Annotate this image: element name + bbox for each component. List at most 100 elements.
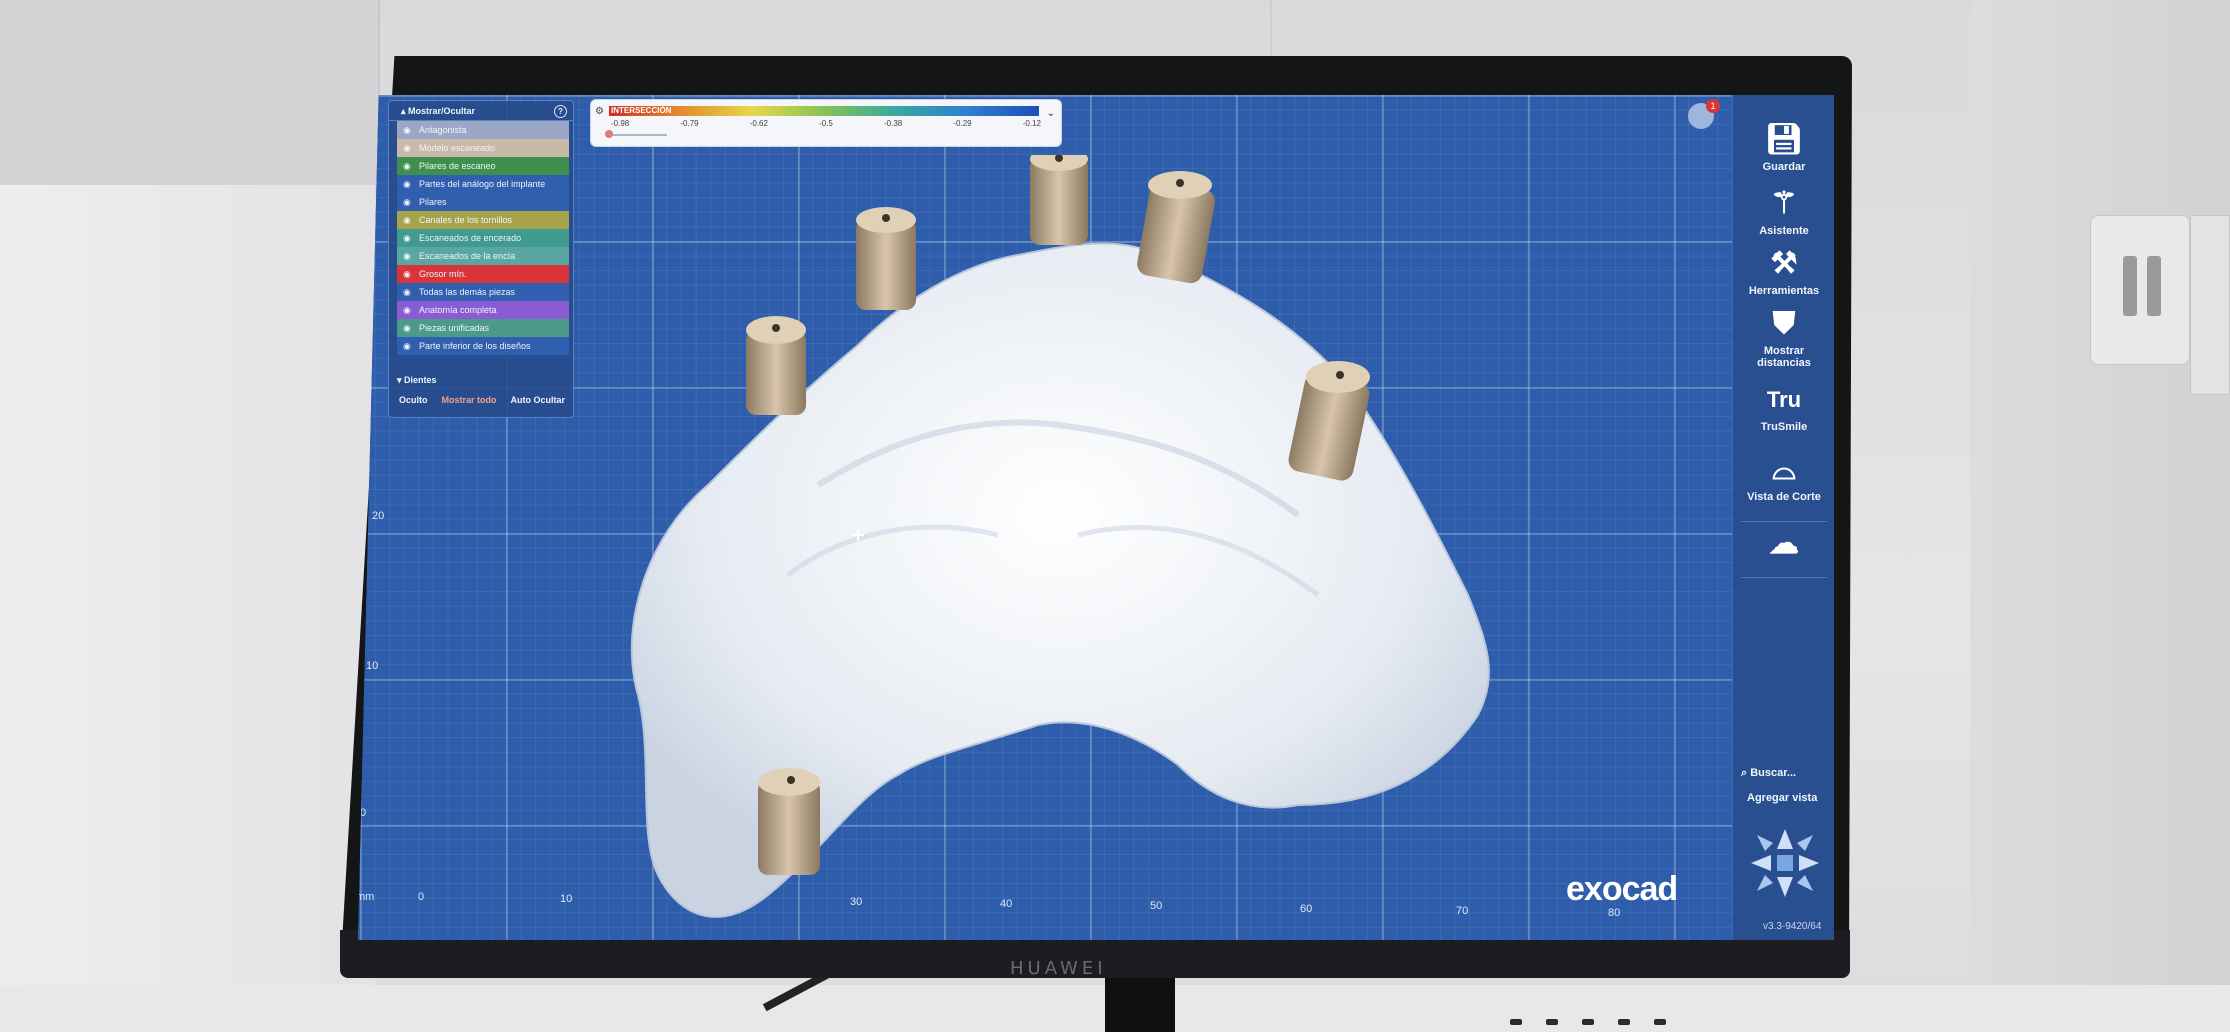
version-label: v3.3-9420/64	[1763, 921, 1822, 932]
layer-label: Modelo escaneado	[419, 143, 496, 153]
show-distances-label: Mostrar distancias	[1757, 345, 1811, 369]
layer-label: Escaneados de encerado	[419, 233, 522, 243]
axis-unit: mm	[358, 891, 375, 903]
cabinet-left	[0, 185, 375, 1032]
color-scale-tick: -0.12	[1022, 119, 1041, 128]
search-button[interactable]: ⌕ Buscar...	[1741, 767, 1796, 780]
visibility-eye-icon[interactable]: ◉	[403, 139, 411, 157]
tooth-distance-icon: ⛊	[1772, 307, 1796, 340]
trusmile-button[interactable]: Tru TruSmile	[1733, 383, 1834, 433]
tools-label: Herramientas	[1748, 285, 1820, 297]
visibility-eye-icon[interactable]: ◉	[403, 229, 411, 247]
layer-row[interactable]: ▸◉Canales de los tornillos	[397, 211, 569, 229]
layer-label: Grosor mín.	[419, 269, 467, 279]
color-scale-title: INTERSECCIÓN	[611, 106, 672, 115]
layer-label: Pilares	[419, 197, 447, 207]
add-view-button[interactable]: Agregar vista	[1747, 792, 1817, 804]
settings-icon[interactable]: ⚙	[595, 106, 604, 117]
visibility-eye-icon[interactable]: ◉	[403, 283, 411, 301]
search-icon: ⌕	[1741, 767, 1751, 779]
tooth-cut-icon: ⌓	[1772, 453, 1796, 486]
layer-row[interactable]: ▸◉Todas las demás piezas	[397, 283, 569, 301]
color-scale-tick: -0.79	[680, 119, 699, 128]
dental-model-3d[interactable]	[598, 155, 1558, 935]
visibility-eye-icon[interactable]: ◉	[403, 301, 411, 319]
search-label: Buscar...	[1750, 767, 1797, 779]
layer-label: Partes del análogo del implante	[419, 179, 546, 189]
right-toolbar: 💾︎ Guardar ⚚ Asistente ⚒ Herramientas ⛊ …	[1732, 95, 1834, 940]
layer-row[interactable]: ▸◉Grosor mín.	[397, 265, 569, 283]
show-hide-title[interactable]: ▴ Mostrar/Ocultar ?	[389, 101, 573, 121]
layer-row[interactable]: ▸◉Escaneados de la encía	[397, 247, 569, 265]
hidden-button[interactable]: Oculto	[399, 395, 428, 405]
layer-label: Todas las demás piezas	[419, 287, 516, 297]
help-icon[interactable]: ?	[554, 105, 567, 118]
visibility-eye-icon[interactable]: ◉	[403, 121, 411, 139]
assistant-button[interactable]: ⚚ Asistente	[1733, 187, 1834, 237]
chevron-down-icon[interactable]: ⌄	[1047, 108, 1055, 119]
layer-row[interactable]: ▸◉Antagonista	[397, 121, 569, 139]
exocad-logo: exocad	[1566, 870, 1678, 908]
color-scale-ticks: -0.98 -0.79 -0.62 -0.5 -0.38 -0.29 -0.12	[611, 119, 1041, 128]
visibility-eye-icon[interactable]: ◉	[403, 193, 411, 211]
visibility-eye-icon[interactable]: ◉	[403, 211, 411, 229]
monitor-stand	[1105, 978, 1175, 1032]
layer-label: Escaneados de la encía	[419, 251, 516, 261]
view-navigator-icon[interactable]	[1747, 825, 1823, 901]
tools-button[interactable]: ⚒ Herramientas	[1733, 247, 1834, 297]
color-scale-tick: -0.5	[819, 119, 833, 128]
layer-row[interactable]: ▸◉Piezas unificadas	[397, 319, 569, 337]
layer-row[interactable]: ▸◉Partes del análogo del implante	[397, 175, 569, 193]
auto-hide-button[interactable]: Auto Ocultar	[511, 395, 566, 405]
notification-bell-icon[interactable]: 1	[1688, 99, 1720, 129]
trusmile-label: TruSmile	[1760, 421, 1808, 433]
visibility-eye-icon[interactable]: ◉	[403, 319, 411, 337]
cloud-icon: ☁	[1769, 527, 1799, 560]
color-scale-panel: ⚙ INTERSECCIÓN -0.98 -0.79 -0.62 -0.5 -0.38-…	[590, 99, 1062, 147]
collapse-icon[interactable]: ▴	[401, 106, 408, 116]
scan-post[interactable]	[746, 316, 806, 415]
visibility-eye-icon[interactable]: ◉	[403, 265, 411, 283]
scan-post[interactable]	[856, 207, 916, 310]
floppy-icon: 💾︎	[1764, 123, 1804, 156]
wall-right	[1970, 0, 2230, 1032]
layer-label: Anatomía completa	[419, 305, 497, 315]
notification-count: 1	[1706, 99, 1720, 113]
save-button[interactable]: 💾︎ Guardar	[1733, 123, 1834, 173]
color-scale-tick: -0.29	[953, 119, 972, 128]
layer-row[interactable]: ▸◉Pilares	[397, 193, 569, 211]
cut-view-label: Vista de Corte	[1747, 491, 1821, 503]
section-teeth[interactable]: ▾ Dientes	[397, 375, 437, 386]
visibility-eye-icon[interactable]: ◉	[403, 337, 411, 355]
layer-label: Piezas unificadas	[419, 323, 490, 333]
show-distances-button[interactable]: ⛊ Mostrar distancias	[1733, 307, 1834, 369]
scan-post[interactable]	[1135, 171, 1216, 285]
cloud-button[interactable]: ☁	[1733, 527, 1834, 565]
scan-post[interactable]	[758, 768, 820, 875]
layer-label: Canales de los tornillos	[419, 215, 513, 225]
show-all-button[interactable]: Mostrar todo	[442, 395, 497, 405]
show-hide-panel: ▴ Mostrar/Ocultar ? ▸◉Antagonista▸◉Model…	[388, 100, 574, 418]
layer-row[interactable]: ▸◉Modelo escaneado	[397, 139, 569, 157]
layer-label: Parte inferior de los diseños	[419, 341, 531, 351]
scan-post[interactable]	[1030, 155, 1088, 245]
x-tick: 0	[418, 891, 425, 903]
toolbar-divider	[1741, 521, 1827, 522]
layer-row[interactable]: ▸◉Anatomía completa	[397, 301, 569, 319]
slider-knob[interactable]	[605, 130, 613, 138]
trusmile-icon: Tru	[1766, 387, 1802, 412]
visibility-eye-icon[interactable]: ◉	[403, 157, 411, 175]
cut-view-button[interactable]: ⌓ Vista de Corte	[1733, 453, 1834, 503]
layer-row[interactable]: ▸◉Parte inferior de los diseños	[397, 337, 569, 355]
opacity-slider[interactable]	[607, 134, 667, 136]
monitor-buttons	[1510, 1012, 1730, 1025]
visibility-eye-icon[interactable]: ◉	[403, 247, 411, 265]
color-scale-bar	[609, 106, 1039, 116]
layer-label: Pilares de escaneo	[419, 161, 496, 171]
layer-row[interactable]: ▸◉Escaneados de encerado	[397, 229, 569, 247]
layer-row[interactable]: ▸◉Pilares de escaneo	[397, 157, 569, 175]
wall-plate	[2190, 215, 2230, 395]
app-screen: 0 10 20 30 40 50 60 70 80 20 10 0 mm	[358, 95, 1834, 940]
visibility-eye-icon[interactable]: ◉	[403, 175, 411, 193]
wall-socket	[2090, 215, 2190, 365]
